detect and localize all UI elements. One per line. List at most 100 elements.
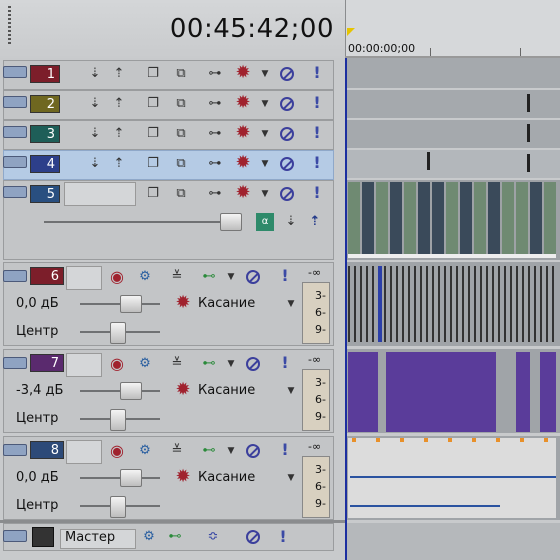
dropdown-arrow-icon[interactable]: ▼ <box>256 125 274 143</box>
event-edge[interactable] <box>527 94 530 112</box>
audio-waveform[interactable] <box>354 266 356 342</box>
bypass-icon[interactable] <box>280 127 294 141</box>
fade-handle[interactable] <box>472 438 476 442</box>
mode-dropdown-arrow-icon[interactable]: ▼ <box>282 469 300 487</box>
audio-waveform[interactable] <box>438 266 440 342</box>
video-event-bar[interactable] <box>348 254 556 258</box>
video-frame[interactable] <box>530 182 542 254</box>
exclamation-icon[interactable]: ! <box>308 94 326 112</box>
dropdown-arrow-icon[interactable]: ▼ <box>256 185 274 203</box>
master-insert-icon[interactable]: ≎ <box>204 528 222 546</box>
track-collapse-icon[interactable] <box>3 156 27 168</box>
event-edge[interactable] <box>527 154 530 172</box>
fade-handle[interactable] <box>400 438 404 442</box>
envelope-icon[interactable]: ⊶ <box>206 155 224 173</box>
audio-waveform[interactable] <box>480 266 482 342</box>
envelope-icon[interactable]: ⊶ <box>206 185 224 203</box>
track-collapse-icon[interactable] <box>3 357 27 369</box>
timeline-track-1[interactable] <box>345 58 560 88</box>
video-frame[interactable] <box>502 182 514 254</box>
dropdown-arrow-icon[interactable]: ▼ <box>222 442 240 460</box>
audio-waveform[interactable] <box>528 266 530 342</box>
dropdown-arrow-icon[interactable]: ▼ <box>256 95 274 113</box>
track-collapse-icon[interactable] <box>3 96 27 108</box>
exclamation-icon[interactable]: ! <box>308 184 326 202</box>
bypass-icon[interactable] <box>280 157 294 171</box>
audio-waveform[interactable] <box>426 266 428 342</box>
fade-handle[interactable] <box>448 438 452 442</box>
track-name-field[interactable] <box>66 440 102 464</box>
dropdown-arrow-icon[interactable]: ▼ <box>222 355 240 373</box>
pan-knob[interactable] <box>110 322 126 344</box>
track-5-name-field[interactable] <box>64 182 136 206</box>
audio-waveform[interactable] <box>456 266 458 342</box>
audio-waveform[interactable] <box>384 266 386 342</box>
fx-chain-icon[interactable]: ⚙ <box>136 442 154 460</box>
track-fx-icon[interactable]: ❐ <box>144 155 162 173</box>
audio-waveform[interactable] <box>474 266 476 342</box>
bypass-icon[interactable] <box>246 357 260 371</box>
audio-waveform[interactable] <box>414 266 416 342</box>
audio-waveform[interactable] <box>492 266 494 342</box>
pan-crop-icon[interactable]: ⧉ <box>172 125 190 143</box>
envelope-icon[interactable]: ⊶ <box>206 65 224 83</box>
exclamation-icon[interactable]: ! <box>276 267 294 285</box>
audio-waveform[interactable] <box>390 266 392 342</box>
pan-crop-icon[interactable]: ⧉ <box>172 95 190 113</box>
event-edge[interactable] <box>427 152 430 170</box>
gear-icon[interactable]: ✹ <box>234 64 252 82</box>
master-collapse-icon[interactable] <box>3 530 27 542</box>
fade-handle[interactable] <box>352 438 356 442</box>
bypass-icon[interactable] <box>246 270 260 284</box>
audio-waveform[interactable] <box>408 266 410 342</box>
track-name-field[interactable] <box>66 266 102 290</box>
track-collapse-icon[interactable] <box>3 444 27 456</box>
audio-event[interactable] <box>540 352 556 432</box>
automation-mode[interactable]: Касание <box>198 296 255 311</box>
fade-handle[interactable] <box>496 438 500 442</box>
fx-chain-icon[interactable]: ⚙ <box>136 355 154 373</box>
audio-waveform[interactable] <box>498 266 500 342</box>
audio-waveform[interactable] <box>522 266 524 342</box>
track-fx-icon[interactable]: ❐ <box>144 125 162 143</box>
record-arm-icon[interactable]: ◉ <box>108 268 126 286</box>
video-frame[interactable] <box>348 182 360 254</box>
envelope-icon[interactable]: ⊶ <box>206 95 224 113</box>
envelope-icon[interactable]: ⊷ <box>200 355 218 373</box>
audio-waveform[interactable] <box>450 266 452 342</box>
video-frame[interactable] <box>488 182 500 254</box>
video-frame[interactable] <box>446 182 458 254</box>
bypass-icon[interactable] <box>280 67 294 81</box>
track-fx-icon[interactable]: ❐ <box>144 95 162 113</box>
composite-child-icon[interactable]: ⇡ <box>110 125 128 143</box>
track-fx-icon[interactable]: ❐ <box>144 185 162 203</box>
audio-waveform-line[interactable] <box>350 505 500 507</box>
master-bypass-icon[interactable] <box>246 530 260 544</box>
track-collapse-icon[interactable] <box>3 270 27 282</box>
mode-dropdown-arrow-icon[interactable]: ▼ <box>282 295 300 313</box>
video-frame[interactable] <box>474 182 486 254</box>
video-frame[interactable] <box>418 182 430 254</box>
track-collapse-icon[interactable] <box>3 126 27 138</box>
master-envelope-icon[interactable]: ⊷ <box>166 528 184 546</box>
motion-icon[interactable]: ⇣ <box>86 65 104 83</box>
exclamation-icon[interactable]: ! <box>308 64 326 82</box>
bypass-icon[interactable] <box>280 187 294 201</box>
audio-event[interactable] <box>516 352 530 432</box>
audio-event[interactable] <box>386 352 496 432</box>
mute-icon[interactable]: ≚ <box>168 442 186 460</box>
make-compositing-child-icon[interactable]: ⇡ <box>306 213 324 231</box>
video-frame[interactable] <box>460 182 472 254</box>
motion-icon[interactable]: ⇣ <box>86 125 104 143</box>
pan-knob[interactable] <box>110 409 126 431</box>
audio-waveform[interactable] <box>552 266 554 342</box>
fade-curve[interactable] <box>378 266 382 342</box>
track-fx-icon[interactable]: ❐ <box>144 65 162 83</box>
motion-icon[interactable]: ⇣ <box>86 155 104 173</box>
mute-icon[interactable]: ≚ <box>168 268 186 286</box>
mode-dropdown-arrow-icon[interactable]: ▼ <box>282 382 300 400</box>
playhead-line[interactable] <box>345 58 347 560</box>
track-collapse-icon[interactable] <box>3 66 27 78</box>
envelope-icon[interactable]: ⊶ <box>206 125 224 143</box>
automation-mode[interactable]: Касание <box>198 470 255 485</box>
